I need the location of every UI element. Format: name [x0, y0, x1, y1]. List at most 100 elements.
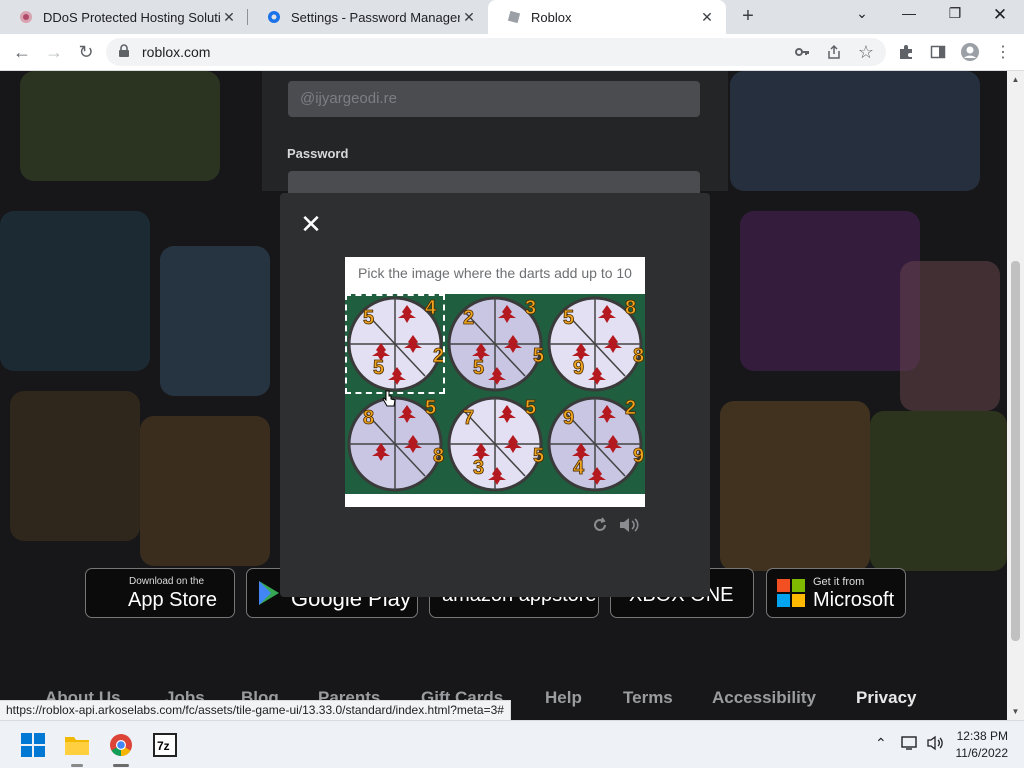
hand-cursor-icon	[382, 390, 396, 413]
login-form: @ijyargeodi.re Password	[262, 71, 728, 207]
ddos-site-favicon	[18, 9, 34, 25]
scroll-up-arrow-icon[interactable]: ▲	[1007, 71, 1024, 88]
tab-close-icon[interactable]: ✕	[460, 8, 478, 26]
dart-score-number: 9	[563, 407, 574, 429]
captcha-tile[interactable]: 7 5 5 3	[445, 394, 545, 494]
dart-score-number: 7	[463, 407, 474, 429]
windows-taskbar: 7z ⌃ 12:38 PM 11/6/2022	[0, 720, 1024, 768]
restore-icon[interactable]: ❐	[941, 5, 969, 25]
google-play-icon	[257, 579, 281, 612]
captcha-tile[interactable]: 5 4 2 5	[345, 294, 445, 394]
dart-score-number: 9	[633, 445, 644, 467]
dart-score-number: 5	[525, 397, 536, 419]
extensions-icon[interactable]	[896, 42, 916, 62]
dart-score-number: 8	[633, 345, 644, 367]
dart-score-number: 3	[525, 297, 536, 319]
dart-score-number: 5	[533, 445, 544, 467]
dart-score-number: 8	[433, 445, 444, 467]
close-icon[interactable]: ✕	[986, 5, 1014, 25]
captcha-prompt: Pick the image where the darts add up to…	[358, 265, 632, 281]
footer-link-accessibility[interactable]: Accessibility	[712, 688, 816, 708]
page-scrollbar[interactable]: ▲ ▼	[1007, 71, 1024, 720]
microsoft-store-badge[interactable]: Get it from Microsoft	[766, 568, 906, 618]
bookmark-star-icon[interactable]: ☆	[856, 42, 876, 62]
taskbar-indicator	[71, 764, 83, 767]
tab-ddos-hosting[interactable]: DDoS Protected Hosting Solutio ✕	[0, 0, 248, 34]
dartboard-image: 5 4 2 5	[347, 296, 445, 392]
modal-close-button[interactable]: ✕	[300, 211, 322, 237]
key-icon[interactable]	[792, 42, 812, 62]
dart-score-number: 5	[473, 357, 484, 379]
dartboard-image: 5 8 8 9	[547, 296, 645, 392]
volume-icon[interactable]	[927, 735, 945, 754]
link-status-bubble: https://roblox-api.arkoselabs.com/fc/ass…	[0, 700, 511, 721]
back-arrow-icon[interactable]: ←	[10, 40, 34, 64]
reload-icon[interactable]	[592, 517, 608, 536]
scrollbar-thumb[interactable]	[1011, 261, 1020, 641]
captcha-tile[interactable]: 5 8 8 9	[545, 294, 645, 394]
tab-title: DDoS Protected Hosting Solutio	[43, 9, 220, 25]
forward-arrow-icon[interactable]: →	[42, 40, 66, 64]
dartboard-image: 9 2 9 4	[547, 396, 645, 492]
dart-score-number: 5	[363, 307, 374, 329]
minimize-icon[interactable]: —	[895, 5, 923, 25]
dart-score-number: 5	[533, 345, 544, 367]
roblox-favicon	[506, 9, 522, 25]
tab-close-icon[interactable]: ✕	[698, 8, 716, 26]
audio-icon[interactable]	[618, 517, 640, 536]
dart-score-number: 5	[563, 307, 574, 329]
footer-link-terms[interactable]: Terms	[623, 688, 673, 708]
address-bar[interactable]: roblox.com	[106, 38, 886, 66]
dart-score-number: 5	[425, 397, 436, 419]
password-label: Password	[287, 146, 349, 161]
svg-text:7z: 7z	[157, 739, 170, 753]
share-icon[interactable]	[824, 42, 844, 62]
dart-score-number: 5	[373, 357, 384, 379]
7zip-icon[interactable]: 7z	[151, 731, 179, 759]
browser-toolbar: ← → ↻ roblox.com ☆ ⋮	[0, 34, 1024, 71]
dart-score-number: 9	[573, 357, 584, 379]
system-clock[interactable]: 12:38 PM 11/6/2022	[956, 728, 1009, 762]
footer-link-privacy[interactable]: Privacy	[856, 688, 917, 708]
network-icon[interactable]	[901, 735, 919, 754]
new-tab-button[interactable]: +	[738, 6, 758, 27]
side-panel-icon[interactable]	[928, 42, 948, 62]
show-hidden-icons-chevron-icon[interactable]: ⌃	[875, 735, 887, 752]
microsoft-logo-icon	[777, 579, 805, 612]
dart-score-number: 4	[573, 457, 585, 479]
tab-settings-password-manager[interactable]: Settings - Password Manager ✕	[248, 0, 488, 34]
footer-link-help[interactable]: Help	[545, 688, 582, 708]
tab-title: Roblox	[531, 9, 572, 25]
username-field[interactable]: @ijyargeodi.re	[288, 81, 700, 117]
lock-icon	[118, 44, 130, 63]
tab-roblox[interactable]: Roblox ✕	[488, 0, 726, 34]
tab-close-icon[interactable]: ✕	[220, 8, 238, 26]
dart-score-number: 2	[463, 307, 474, 329]
dart-score-number: 4	[425, 297, 437, 319]
url-text: roblox.com	[142, 44, 211, 60]
clock-time: 12:38 PM	[956, 729, 1008, 743]
captcha-tile[interactable]: 2 3 5 5	[445, 294, 545, 394]
dart-score-number: 2	[433, 345, 444, 367]
captcha-puzzle: Pick the image where the darts add up to…	[345, 257, 645, 507]
app-store-badge[interactable]: Download on the App Store	[85, 568, 235, 618]
profile-avatar-icon[interactable]	[960, 42, 980, 62]
windows-start-icon[interactable]	[19, 731, 47, 759]
captcha-modal: ✕ Pick the image where the darts add up …	[280, 193, 710, 597]
tab-strip: DDoS Protected Hosting Solutio ✕ Setting…	[0, 0, 1024, 34]
dart-score-number: 2	[625, 397, 636, 419]
dart-score-number: 3	[473, 457, 484, 479]
file-explorer-icon[interactable]	[63, 731, 91, 767]
tab-title: Settings - Password Manager	[291, 9, 460, 25]
clock-date: 11/6/2022	[955, 746, 1009, 760]
dartboard-image: 2 3 5 5	[447, 296, 545, 392]
dartboard-image: 7 5 5 3	[447, 396, 545, 492]
reload-icon[interactable]: ↻	[74, 40, 98, 64]
more-menu-icon[interactable]: ⋮	[993, 42, 1013, 62]
dart-score-number: 8	[363, 407, 374, 429]
settings-gear-favicon	[266, 9, 282, 25]
scroll-down-arrow-icon[interactable]: ▼	[1007, 703, 1024, 720]
captcha-tile[interactable]: 9 2 9 4	[545, 394, 645, 494]
chevron-down-icon[interactable]: ⌄	[848, 5, 876, 25]
chrome-icon[interactable]	[107, 731, 135, 767]
